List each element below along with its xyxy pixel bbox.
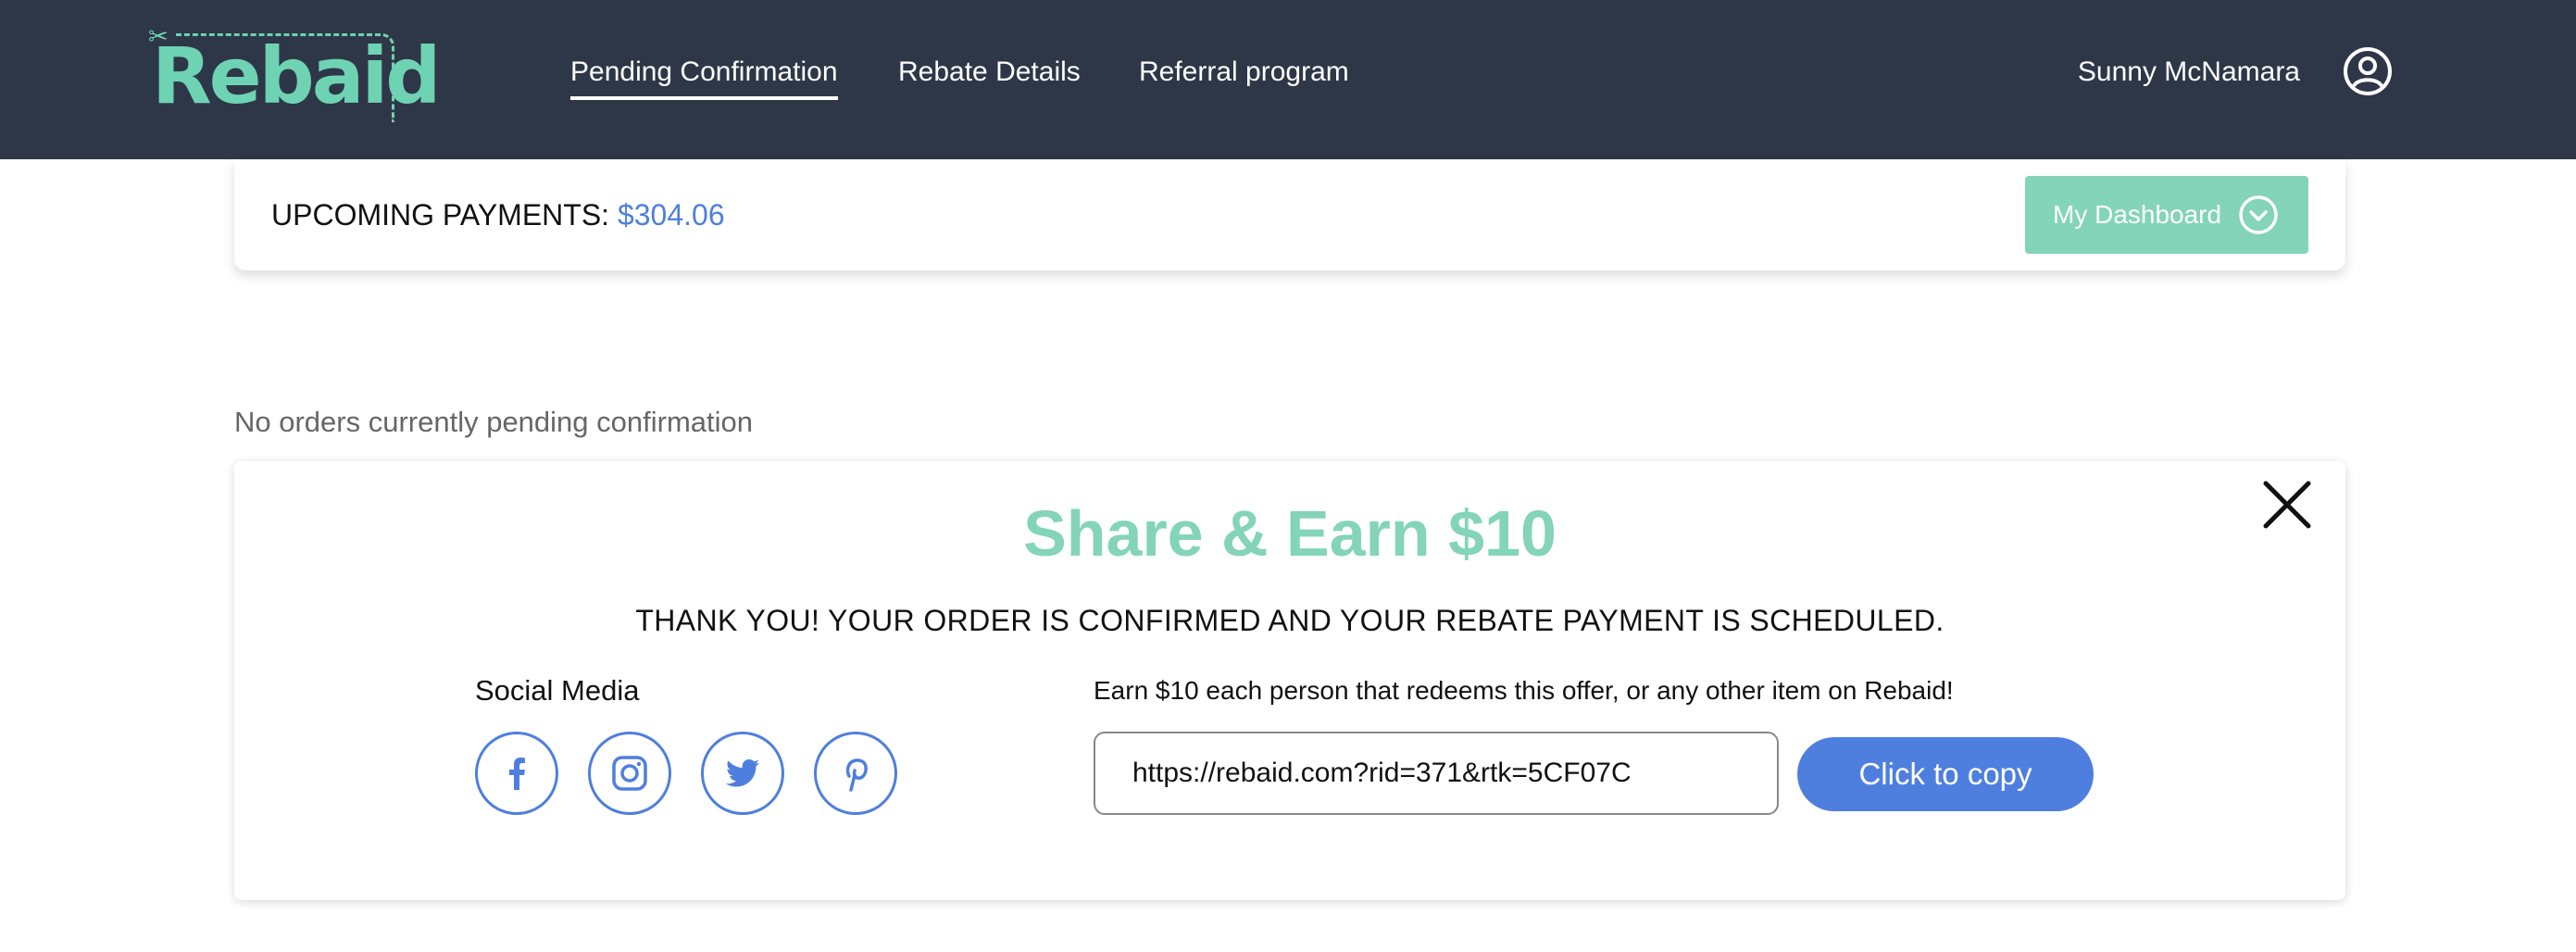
my-dashboard-label: My Dashboard xyxy=(2053,200,2222,229)
share-earn-card: Share & Earn $10 THANK YOU! YOUR ORDER I… xyxy=(234,461,2345,900)
earn-description: Earn $10 each person that redeems this o… xyxy=(1094,676,1954,705)
referral-link-input[interactable] xyxy=(1094,732,1779,815)
twitter-share-button[interactable] xyxy=(701,732,784,815)
facebook-share-button[interactable] xyxy=(475,732,558,815)
upcoming-payments-amount: $304.06 xyxy=(617,198,725,232)
upcoming-payments-row: UPCOMING PAYMENTS: $304.06 xyxy=(271,196,725,233)
instagram-share-button[interactable] xyxy=(588,732,671,815)
order-confirmed-message: THANK YOU! YOUR ORDER IS CONFIRMED AND Y… xyxy=(635,604,1945,637)
chevron-down-circle-icon xyxy=(2239,195,2278,234)
instagram-icon xyxy=(612,756,647,791)
share-earn-title: Share & Earn $10 xyxy=(1023,497,1557,570)
top-navbar: ✂ Rebaid Pending Confirmation Rebate Det… xyxy=(0,0,2576,159)
nav-pending-confirmation[interactable]: Pending Confirmation xyxy=(570,54,838,100)
logo-text: Rebaid xyxy=(152,31,441,121)
social-media-label: Social Media xyxy=(475,674,640,707)
click-to-copy-button[interactable]: Click to copy xyxy=(1797,737,2094,811)
facebook-icon xyxy=(509,758,525,790)
pinterest-icon xyxy=(845,758,868,792)
rebaid-logo[interactable]: ✂ Rebaid xyxy=(148,24,441,122)
nav-referral-program[interactable]: Referral program xyxy=(1139,54,1349,91)
user-circle-icon[interactable] xyxy=(2343,46,2393,96)
no-orders-message: No orders currently pending confirmation xyxy=(234,406,753,438)
upcoming-payments-label: UPCOMING PAYMENTS: xyxy=(271,198,610,232)
upcoming-payments-card: UPCOMING PAYMENTS: $304.06 My Dashboard xyxy=(234,159,2345,270)
twitter-icon xyxy=(726,759,759,787)
user-name[interactable]: Sunny McNamara xyxy=(2078,54,2300,91)
my-dashboard-button[interactable]: My Dashboard xyxy=(2025,176,2308,254)
pinterest-share-button[interactable] xyxy=(814,732,897,815)
nav-rebate-details[interactable]: Rebate Details xyxy=(898,54,1081,91)
